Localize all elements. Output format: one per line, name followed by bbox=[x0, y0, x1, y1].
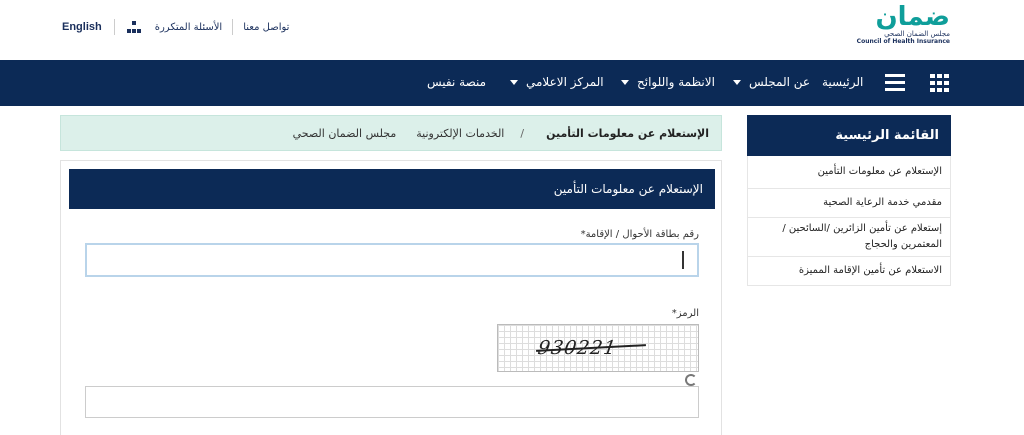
language-switch-link[interactable]: English bbox=[62, 21, 102, 33]
breadcrumb-current: الإستعلام عن معلومات التأمين bbox=[546, 126, 709, 140]
nav-about[interactable]: عن المجلس bbox=[733, 75, 810, 89]
inquiry-form-panel: الإستعلام عن معلومات التأمين رقم بطاقة ا… bbox=[60, 160, 722, 435]
nav-about-label: عن المجلس bbox=[749, 75, 811, 89]
sidebar-list: الإستعلام عن معلومات التأمين مقدمي خدمة … bbox=[747, 156, 951, 286]
breadcrumb-home[interactable]: مجلس الضمان الصحي bbox=[293, 127, 397, 140]
faq-link[interactable]: الأسئلة المتكررة bbox=[155, 22, 222, 33]
sidebar-item-premium-residency[interactable]: الاستعلام عن تأمين الإقامة المميزة bbox=[748, 257, 950, 285]
hamburger-icon[interactable] bbox=[885, 73, 905, 93]
grid-icon[interactable] bbox=[930, 74, 950, 92]
chi-logo[interactable]: ضمان مجلس الضمان الصحي Council of Health… bbox=[857, 2, 954, 46]
nav-regulations[interactable]: الانظمة واللوائح bbox=[621, 75, 715, 89]
sitemap-icon[interactable] bbox=[126, 21, 141, 33]
captcha-input[interactable] bbox=[85, 386, 699, 418]
sidebar-title: القائمة الرئيسية bbox=[747, 115, 951, 156]
logo-wordmark: ضمان bbox=[875, 2, 951, 32]
divider bbox=[232, 19, 234, 35]
id-number-label: رقم بطاقة الأحوال / الإقامة* bbox=[580, 229, 699, 240]
logo-subtitle-ar: مجلس الضمان الصحي bbox=[884, 30, 950, 38]
nav-media-label: المركز الاعلامي bbox=[526, 75, 604, 89]
nav-media[interactable]: المركز الاعلامي bbox=[510, 75, 604, 89]
captcha-image: 930221 bbox=[497, 324, 699, 372]
divider bbox=[113, 19, 115, 35]
chevron-down-icon bbox=[510, 80, 518, 85]
sidebar-item-healthcare-providers[interactable]: مقدمي خدمة الرعاية الصحية bbox=[748, 189, 950, 218]
chevron-down-icon bbox=[621, 80, 629, 85]
top-links: English الأسئلة المتكررة تواصل معنا bbox=[62, 18, 293, 36]
text-cursor bbox=[682, 251, 684, 269]
breadcrumb-separator: / bbox=[520, 126, 525, 140]
breadcrumb: الإستعلام عن معلومات التأمين / الخدمات ا… bbox=[60, 115, 722, 151]
chevron-down-icon bbox=[733, 80, 741, 85]
form-title: الإستعلام عن معلومات التأمين bbox=[69, 169, 715, 209]
contact-link[interactable]: تواصل معنا bbox=[243, 22, 289, 33]
sidebar: القائمة الرئيسية الإستعلام عن معلومات ال… bbox=[747, 115, 951, 287]
breadcrumb-eservices[interactable]: الخدمات الإلكترونية bbox=[416, 127, 504, 140]
id-number-input[interactable] bbox=[85, 243, 699, 277]
nav-nafis[interactable]: منصة نفيس bbox=[427, 75, 486, 89]
sidebar-item-visitors-insurance[interactable]: إستعلام عن تأمين الزائرين /السائحين / ال… bbox=[748, 218, 950, 257]
main-nav: الرئيسية عن المجلس الانظمة واللوائح المر… bbox=[0, 60, 1024, 106]
top-bar: ضمان مجلس الضمان الصحي Council of Health… bbox=[0, 0, 1024, 60]
nav-regulations-label: الانظمة واللوائح bbox=[637, 75, 715, 89]
nav-home[interactable]: الرئيسية bbox=[822, 75, 863, 89]
sidebar-item-insurance-inquiry[interactable]: الإستعلام عن معلومات التأمين bbox=[748, 156, 950, 189]
refresh-icon[interactable] bbox=[685, 374, 697, 386]
logo-subtitle-en: Council of Health Insurance bbox=[856, 38, 950, 45]
captcha-label: الرمز* bbox=[671, 308, 699, 319]
